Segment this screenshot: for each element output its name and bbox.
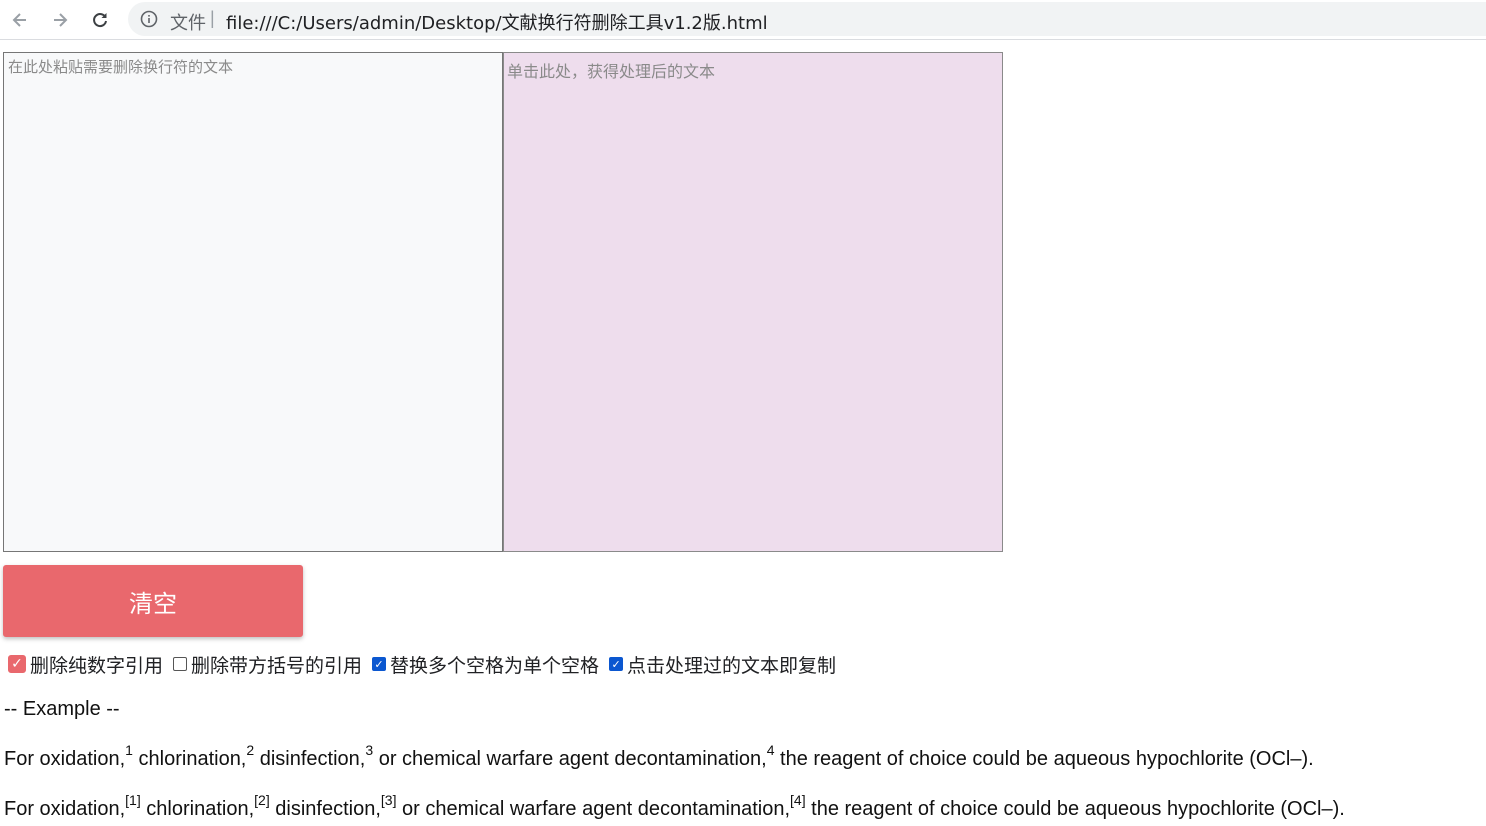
output-placeholder: 单击此处，获得处理后的文本 [507, 62, 716, 81]
citation-superscript: 2 [246, 742, 255, 758]
option-collapse-spaces[interactable]: ✓ 替换多个空格为单个空格 [372, 651, 599, 678]
checkbox-remove-bracket-citations[interactable] [173, 657, 188, 671]
example-line-bracketed: For oxidation,[1] chlorination,[2] disin… [4, 792, 1345, 821]
url-text[interactable]: file:///C:/Users/admin/Desktop/文献换行符删除工具… [226, 9, 768, 35]
forward-button[interactable] [46, 6, 74, 34]
back-button[interactable] [6, 6, 34, 34]
citation-superscript: [4] [790, 792, 806, 808]
option-label: 删除带方括号的引用 [191, 654, 363, 677]
protocol-label: 文件 [170, 13, 206, 34]
output-panel[interactable]: 单击此处，获得处理后的文本 [503, 52, 1003, 552]
example-title: -- Example -- [4, 698, 120, 720]
citation-superscript: 3 [365, 742, 374, 758]
example-line-numeric: For oxidation,1 chlorination,2 disinfect… [4, 742, 1314, 771]
arrow-left-icon [12, 13, 26, 27]
address-bar[interactable]: 文件 | file:///C:/Users/admin/Desktop/文献换行… [128, 2, 1486, 36]
arrow-right-icon [54, 13, 68, 27]
option-remove-numeric-citations[interactable]: ✓ 删除纯数字引用 [8, 651, 163, 678]
checkbox-click-to-copy[interactable]: ✓ [609, 657, 624, 671]
example-text: chlorination, [140, 798, 255, 820]
info-icon[interactable] [140, 10, 158, 28]
example-text: disinfection, [269, 798, 381, 820]
example-text: or chemical warfare agent decontaminatio… [373, 748, 767, 770]
checkbox-remove-numeric-citations[interactable]: ✓ [8, 655, 26, 673]
example-text: disinfection, [254, 748, 366, 770]
example-text: or chemical warfare agent decontaminatio… [396, 798, 791, 820]
citation-superscript: [3] [380, 792, 397, 808]
citation-superscript: [1] [125, 792, 141, 808]
option-label: 替换多个空格为单个空格 [390, 654, 600, 677]
option-remove-bracket-citations[interactable]: 删除带方括号的引用 [173, 651, 362, 678]
input-textarea[interactable] [3, 52, 503, 552]
example-text: For oxidation, [4, 798, 126, 820]
option-click-to-copy[interactable]: ✓ 点击处理过的文本即复制 [609, 651, 836, 678]
citation-superscript: 1 [125, 742, 133, 758]
option-label: 删除纯数字引用 [30, 654, 164, 677]
browser-toolbar: 文件 | file:///C:/Users/admin/Desktop/文献换行… [0, 0, 1486, 40]
example-text: chlorination, [132, 748, 247, 770]
checkbox-collapse-spaces[interactable]: ✓ [372, 657, 387, 671]
citation-superscript: 4 [766, 742, 775, 758]
citation-superscript: [2] [254, 792, 270, 808]
reload-icon [93, 13, 107, 28]
options-row: ✓ 删除纯数字引用 删除带方括号的引用 ✓ 替换多个空格为单个空格 ✓ 点击处理… [8, 651, 846, 678]
url-separator: | [210, 8, 215, 28]
clear-button[interactable]: 清空 [3, 565, 303, 637]
option-label: 点击处理过的文本即复制 [627, 654, 837, 677]
example-text: For oxidation, [4, 748, 126, 770]
example-text: the reagent of choice could be aqueous h… [774, 748, 1314, 770]
reload-button[interactable] [86, 6, 114, 34]
example-text: the reagent of choice could be aqueous h… [805, 798, 1345, 820]
